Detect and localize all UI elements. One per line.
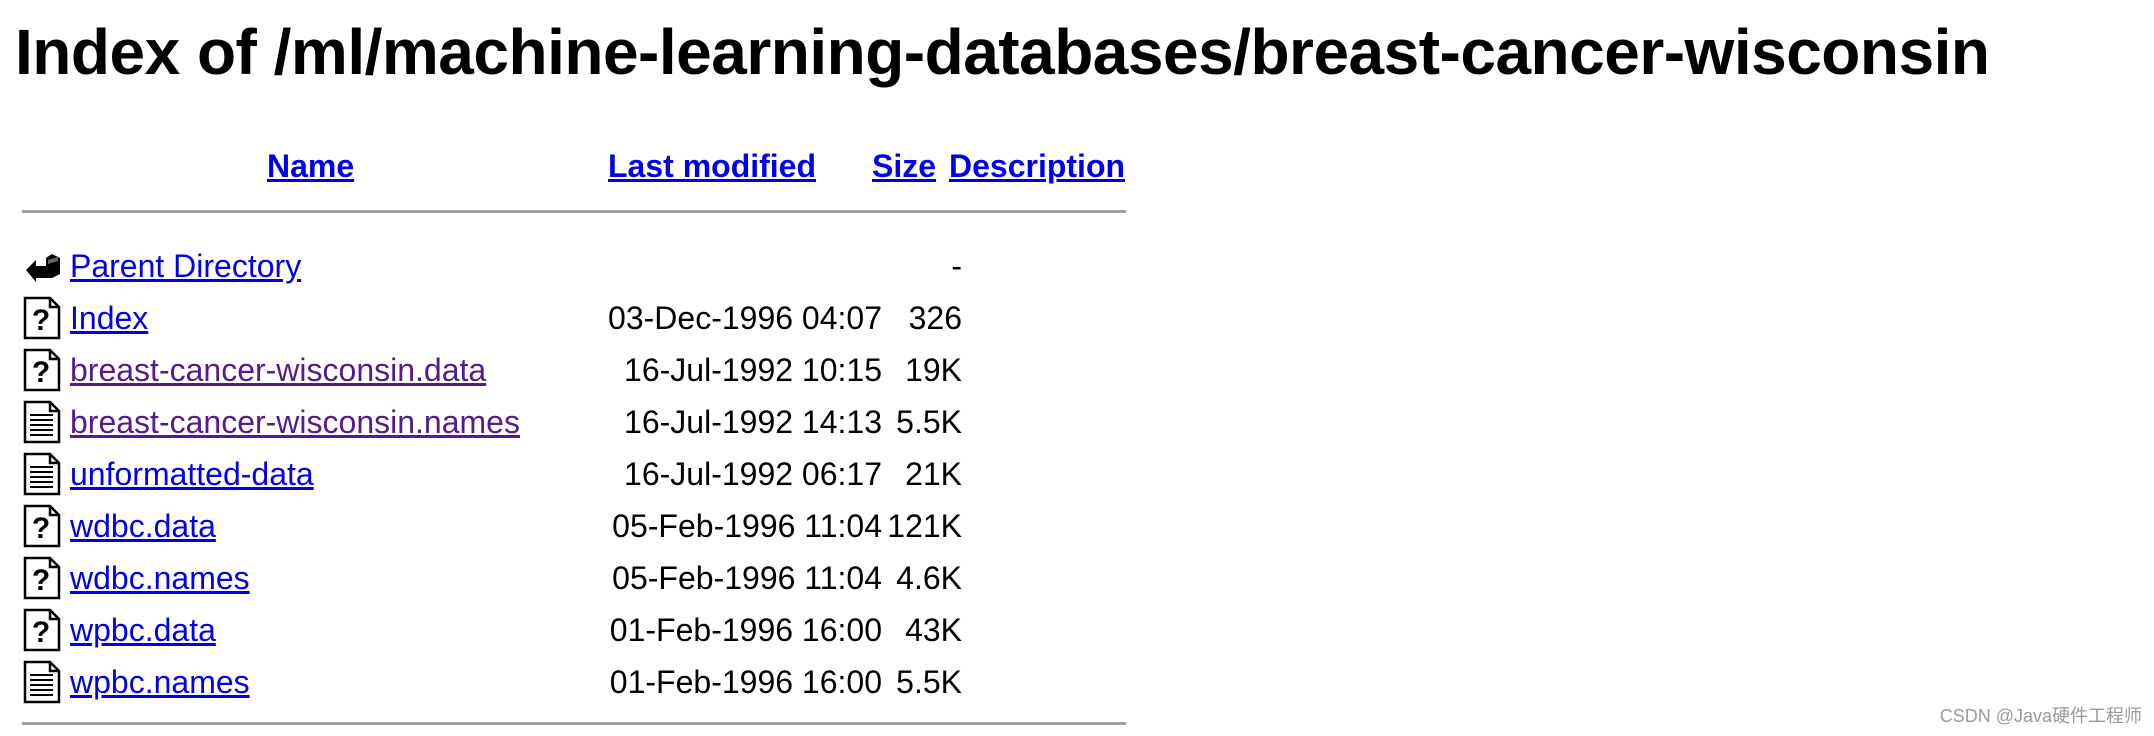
- size-cell: 4.6K: [896, 560, 962, 596]
- file-link[interactable]: unformatted-data: [70, 454, 314, 494]
- svg-text:?: ?: [32, 356, 50, 389]
- directory-listing: Name Last modified Size Description Pare…: [22, 140, 1126, 725]
- size-cell: 121K: [887, 508, 962, 544]
- file-row: ? Index 03-Dec-1996 04:07 326: [22, 292, 1126, 344]
- size-cell: 326: [908, 300, 962, 336]
- unknown-file-icon: ?: [22, 348, 62, 392]
- last-modified-cell: 05-Feb-1996 11:04: [612, 508, 882, 544]
- file-row: ? wdbc.data 05-Feb-1996 11:04 121K: [22, 500, 1126, 552]
- file-row: ? wdbc.names 05-Feb-1996 11:04 4.6K: [22, 552, 1126, 604]
- watermark: CSDN @Java硬件工程师: [1939, 706, 2142, 726]
- file-link[interactable]: wpbc.data: [70, 610, 216, 650]
- file-row: wpbc.names 01-Feb-1996 16:00 5.5K: [22, 656, 1126, 708]
- svg-text:?: ?: [32, 564, 50, 597]
- text-file-icon: [22, 400, 62, 444]
- size-cell: 19K: [905, 352, 962, 388]
- listing-header-row: Name Last modified Size Description: [22, 140, 1126, 210]
- page-title: Index of /ml/machine-learning-databases/…: [15, 16, 1990, 88]
- footer-divider: [22, 722, 1126, 725]
- unknown-file-icon: ?: [22, 504, 62, 548]
- size-cell: 43K: [905, 612, 962, 648]
- unknown-file-icon: ?: [22, 296, 62, 340]
- size-cell: 21K: [905, 456, 962, 492]
- size-cell: 5.5K: [896, 404, 962, 440]
- file-row: Parent Directory -: [22, 240, 1126, 292]
- size-cell: 5.5K: [896, 664, 962, 700]
- text-file-icon: [22, 452, 62, 496]
- file-link[interactable]: wpbc.names: [70, 662, 250, 702]
- sort-by-description-link[interactable]: Description: [949, 148, 1125, 185]
- sort-by-size-link[interactable]: Size: [872, 148, 936, 185]
- file-row: ? breast-cancer-wisconsin.data 16-Jul-1992…: [22, 344, 1126, 396]
- file-link[interactable]: breast-cancer-wisconsin.names: [70, 402, 520, 442]
- file-row: breast-cancer-wisconsin.names 16-Jul-1992…: [22, 396, 1126, 448]
- sort-by-name-link[interactable]: Name: [267, 148, 354, 185]
- svg-text:?: ?: [32, 616, 50, 649]
- file-link[interactable]: Parent Directory: [70, 246, 301, 286]
- file-list: Parent Directory -? Index 03-Dec-1996 04:07…: [22, 240, 1126, 708]
- last-modified-cell: 03-Dec-1996 04:07: [608, 300, 882, 336]
- svg-text:?: ?: [32, 512, 50, 545]
- last-modified-cell: 16-Jul-1992 10:15: [624, 352, 882, 388]
- file-link[interactable]: wdbc.names: [70, 558, 250, 598]
- last-modified-cell: 01-Feb-1996 16:00: [609, 664, 882, 700]
- file-link[interactable]: breast-cancer-wisconsin.data: [70, 350, 486, 390]
- size-cell: -: [951, 248, 962, 284]
- back-arrow-icon: [22, 244, 62, 288]
- sort-by-last-modified-link[interactable]: Last modified: [608, 148, 816, 185]
- file-row: unformatted-data 16-Jul-1992 06:17 21K: [22, 448, 1126, 500]
- last-modified-cell: 01-Feb-1996 16:00: [609, 612, 882, 648]
- last-modified-cell: 16-Jul-1992 14:13: [624, 404, 882, 440]
- last-modified-cell: 16-Jul-1992 06:17: [624, 456, 882, 492]
- file-row: ? wpbc.data 01-Feb-1996 16:00 43K: [22, 604, 1126, 656]
- unknown-file-icon: ?: [22, 608, 62, 652]
- last-modified-cell: 05-Feb-1996 11:04: [612, 560, 882, 596]
- text-file-icon: [22, 660, 62, 704]
- unknown-file-icon: ?: [22, 556, 62, 600]
- file-link[interactable]: wdbc.data: [70, 506, 216, 546]
- svg-text:?: ?: [32, 304, 50, 337]
- file-link[interactable]: Index: [70, 298, 148, 338]
- header-divider: [22, 210, 1126, 213]
